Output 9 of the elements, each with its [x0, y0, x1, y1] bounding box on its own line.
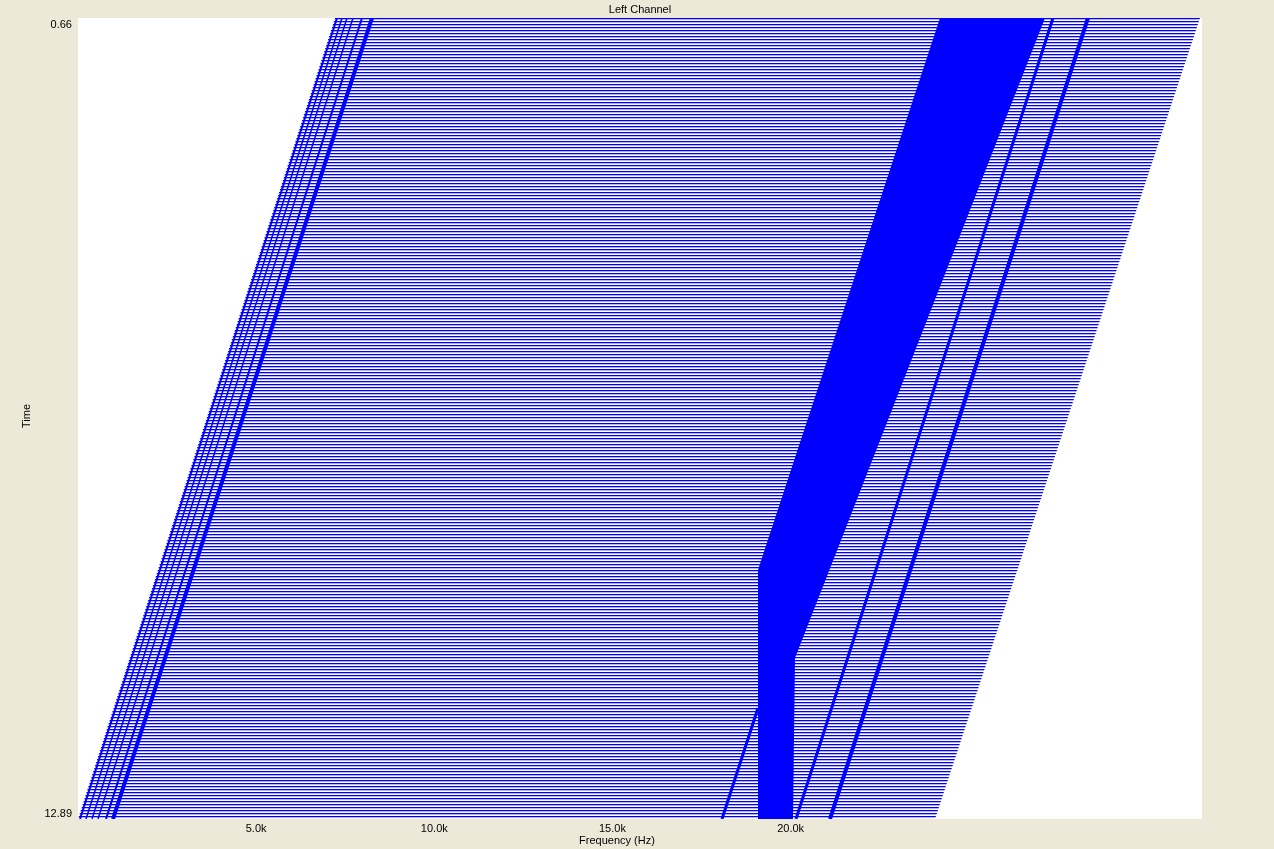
y-tick-label: 0.66 — [50, 18, 73, 30]
y-tick-label: 12.89 — [44, 807, 73, 819]
chart-title: Left Channel — [608, 2, 672, 17]
y-axis-label: Time — [20, 404, 32, 428]
x-tick-label: 15.0k — [599, 822, 626, 834]
x-tick-label: 20.0k — [777, 822, 805, 834]
x-tick-label: 5.0k — [245, 822, 267, 834]
x-tick-label: 10.0k — [420, 822, 448, 834]
x-axis-label: Frequency (Hz) — [579, 834, 655, 846]
